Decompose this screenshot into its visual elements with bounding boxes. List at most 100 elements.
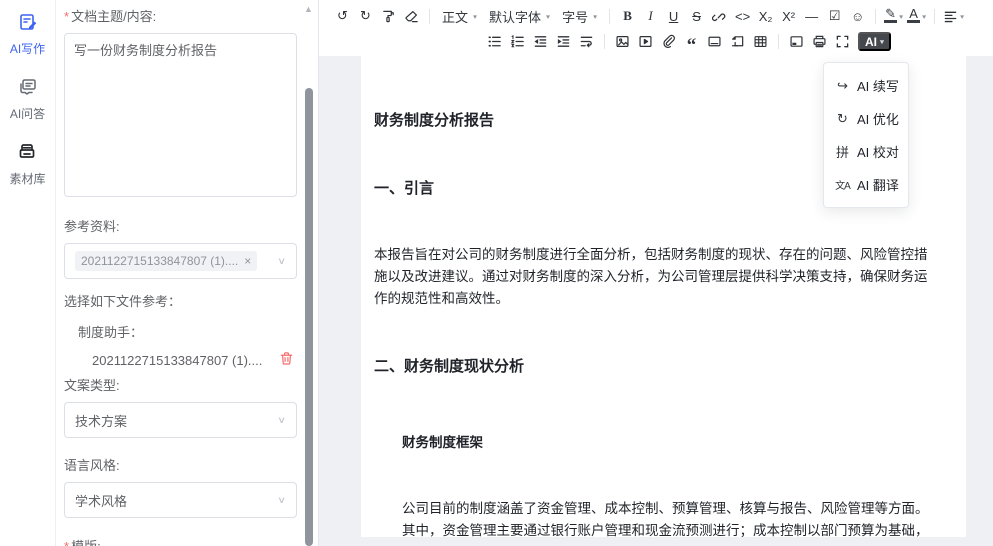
panel-scrollbar[interactable]: ▲ <box>303 0 315 546</box>
doc-paragraph: 公司目前的制度涵盖了资金管理、成本控制、预算管理、核算与报告、风险管理等方面。 … <box>402 498 953 537</box>
line-break-button[interactable] <box>575 31 598 53</box>
fullscreen-button[interactable] <box>831 31 854 53</box>
caret-down-icon: ▾ <box>473 12 477 20</box>
ai-dropdown-menu: ↪ AI 续写 ↻ AI 优化 拼 AI 校对 文A AI 翻译 <box>823 62 909 208</box>
ai-tools-button[interactable]: AI▾ <box>858 32 891 51</box>
reference-file-chip[interactable]: 2021122715133847807 (1).... × <box>75 251 257 271</box>
chevron-down-icon: ∨ <box>277 494 286 505</box>
ordered-list-button[interactable] <box>506 31 529 53</box>
font-color-button[interactable]: A ▾ <box>905 5 928 27</box>
nav-label: 素材库 <box>9 170 45 187</box>
nav-item-ai-writing[interactable]: AI写作 <box>10 12 45 57</box>
blockquote-button[interactable]: “ <box>680 31 703 53</box>
type-value: 技术方案 <box>75 411 127 430</box>
doc-paragraph: 本报告旨在对公司的财务制度进行全面分析，包括财务制度的现状、存在的问题、风险管控… <box>374 244 953 310</box>
delete-file-icon[interactable] <box>279 351 294 369</box>
link-button[interactable] <box>708 5 731 27</box>
reference-label: 参考资料: <box>64 216 296 235</box>
toolbar-separator <box>604 34 605 49</box>
toolbar-separator <box>429 9 430 24</box>
chevron-down-icon: ∨ <box>277 414 286 425</box>
chip-close-icon[interactable]: × <box>244 254 251 268</box>
menu-item-ai-proofread[interactable]: 拼 AI 校对 <box>824 135 908 168</box>
chevron-down-icon: ∨ <box>277 255 286 266</box>
caret-down-icon: ▾ <box>922 12 926 20</box>
indent-button[interactable] <box>552 31 575 53</box>
attachment-button[interactable] <box>657 31 680 53</box>
form-panel: *文档主题/内容: 写一份财务制度分析报告 参考资料: 202112271513… <box>56 0 318 546</box>
editor: ↺ ↻ 正文▾ 默认字体▾ <box>318 0 993 546</box>
scroll-up-icon[interactable]: ▲ <box>304 4 313 14</box>
caret-down-icon: ▾ <box>546 12 550 20</box>
assistant-label: 制度助手： <box>78 322 296 341</box>
template-label: *模版: <box>64 536 296 546</box>
menu-item-ai-optimize[interactable]: ↻ AI 优化 <box>824 102 908 135</box>
reference-select[interactable]: 2021122715133847807 (1).... × ∨ <box>64 243 297 279</box>
topic-input[interactable]: 写一份财务制度分析报告 <box>64 33 297 197</box>
library-icon <box>17 142 37 167</box>
insert-image-button[interactable] <box>611 31 634 53</box>
insert-table-button[interactable] <box>749 31 772 53</box>
style-select[interactable]: 学术风格 ∨ <box>64 482 297 518</box>
horizontal-rule-button[interactable]: — <box>800 5 823 27</box>
underline-button[interactable]: U <box>662 5 685 27</box>
toolbar-separator <box>778 34 779 49</box>
page-break-button[interactable] <box>726 31 749 53</box>
page-layout-button[interactable] <box>785 31 808 53</box>
outdent-button[interactable] <box>529 31 552 53</box>
task-list-button[interactable]: ☑ <box>823 5 846 27</box>
italic-button[interactable]: I <box>639 5 662 27</box>
caret-down-icon: ▾ <box>960 12 964 20</box>
chip-label: 2021122715133847807 (1).... <box>81 254 238 268</box>
menu-item-label: AI 翻译 <box>857 175 899 194</box>
print-button[interactable] <box>808 31 831 53</box>
emoji-button[interactable]: ☺ <box>846 5 869 27</box>
strikethrough-button[interactable]: S <box>685 5 708 27</box>
clear-format-eraser-button[interactable] <box>400 5 423 27</box>
doc-subheading-framework: 财务制度框架 <box>402 432 953 454</box>
color-bar <box>907 20 920 23</box>
font-color-glyph: A <box>909 9 918 19</box>
style-value: 学术风格 <box>75 491 127 510</box>
format-painter-button[interactable] <box>377 5 400 27</box>
app: AI写作 AI问答 素材库 <box>0 0 993 546</box>
bullet-list-button[interactable] <box>483 31 506 53</box>
superscript-button[interactable]: X² <box>777 5 800 27</box>
paragraph-style-dropdown[interactable]: 正文▾ <box>436 5 483 27</box>
required-mark: * <box>64 539 69 546</box>
doc-heading-status: 二、财务制度现状分析 <box>374 356 953 378</box>
insert-video-button[interactable] <box>634 31 657 53</box>
inline-code-button[interactable]: <> <box>731 5 754 27</box>
nav-rail: AI写作 AI问答 素材库 <box>0 0 56 546</box>
file-reference-block: 选择如下文件参考： 制度助手： 2021122715133847807 (1).… <box>64 291 296 369</box>
font-size-dropdown[interactable]: 字号▾ <box>556 5 603 27</box>
ai-translate-icon: 文A <box>835 177 850 192</box>
ai-optimize-icon: ↻ <box>835 111 850 127</box>
type-label: 文案类型: <box>64 375 296 394</box>
bold-button[interactable]: B <box>616 5 639 27</box>
nav-label: AI问答 <box>10 105 45 122</box>
ai-qa-icon <box>18 77 38 102</box>
scrollbar-thumb[interactable] <box>305 88 313 546</box>
required-mark: * <box>64 9 69 24</box>
nav-label: AI写作 <box>10 40 45 57</box>
topic-label: *文档主题/内容: <box>64 6 296 25</box>
font-family-dropdown[interactable]: 默认字体▾ <box>483 5 556 27</box>
menu-item-label: AI 续写 <box>857 76 899 95</box>
menu-item-ai-continue[interactable]: ↪ AI 续写 <box>824 69 908 102</box>
redo-button[interactable]: ↻ <box>354 5 377 27</box>
undo-button[interactable]: ↺ <box>331 5 354 27</box>
align-dropdown[interactable]: ▾ <box>941 5 966 27</box>
color-bar <box>884 20 897 23</box>
assistant-file-name: 2021122715133847807 (1).... <box>92 353 262 368</box>
nav-item-ai-qa[interactable]: AI问答 <box>10 77 45 122</box>
editor-toolbar: ↺ ↻ 正文▾ 默认字体▾ <box>319 0 993 56</box>
toolbar-separator <box>609 9 610 24</box>
menu-item-ai-translate[interactable]: 文A AI 翻译 <box>824 168 908 201</box>
highlight-color-button[interactable]: ✎ ▾ <box>882 5 905 27</box>
nav-item-library[interactable]: 素材库 <box>9 142 45 187</box>
subscript-button[interactable]: X₂ <box>754 5 777 27</box>
ai-proofread-icon: 拼 <box>835 142 850 161</box>
type-select[interactable]: 技术方案 ∨ <box>64 402 297 438</box>
code-block-button[interactable] <box>703 31 726 53</box>
